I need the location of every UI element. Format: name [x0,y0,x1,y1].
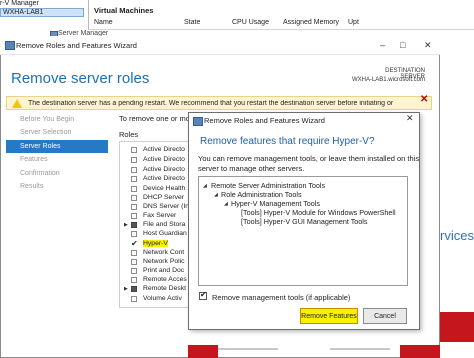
checkmark-icon: ✔ [200,290,207,299]
page-title: Remove server roles [11,70,150,87]
role-checkbox-partial[interactable] [131,222,137,228]
nav-features[interactable]: Features [20,156,120,163]
role-checkbox[interactable] [131,213,137,219]
red-tile[interactable] [400,345,440,358]
nav-confirmation[interactable]: Confirmation [20,170,120,177]
role-checkbox[interactable] [131,186,137,192]
expand-arrow-icon[interactable]: ▶ [124,286,128,292]
minimize-icon[interactable]: – [380,40,385,50]
cancel-button[interactable]: Cancel [363,308,407,324]
collapse-arrow-icon[interactable]: ◢ [224,201,228,207]
warning-text: The destination server has a pending res… [28,100,394,107]
nav-server-roles[interactable]: Server Roles [6,140,108,153]
role-checkbox[interactable] [131,259,137,265]
nav-server-selection[interactable]: Server Selection [20,129,120,136]
role-checkbox[interactable] [131,268,137,274]
red-tile[interactable] [188,345,218,358]
roles-description: To remove one or mo [119,114,190,123]
role-checkbox[interactable] [131,147,137,153]
remove-tools-label: Remove management tools (if applicable) [212,293,351,302]
role-checkbox-partial[interactable] [131,286,137,292]
tree-item: Remote Server Administration Tools [211,181,326,190]
dialog-heading: Remove features that require Hyper-V? [200,136,375,147]
remove-features-button-label: Remove Features [301,313,357,320]
vm-column-name[interactable]: Name [94,19,113,26]
role-checkbox[interactable] [131,157,137,163]
divider [218,348,278,350]
collapse-arrow-icon[interactable]: ◢ [203,183,207,189]
cancel-button-label: Cancel [374,313,396,320]
vm-column-assigned-memory[interactable]: Assigned Memory [283,19,339,26]
vm-column-cpu-usage[interactable]: CPU Usage [232,19,269,26]
role-checkbox[interactable] [131,296,137,302]
dialog-body-line1: You can remove management tools, or leav… [198,154,420,163]
divider [330,348,390,350]
warning-icon [12,99,22,108]
destination-server-value: WXHA-LAB1.wicrosoft.com [351,77,425,83]
dialog-title: Remove Roles and Features Wizard [204,116,325,125]
vm-header-divider [88,29,474,30]
role-checkbox[interactable] [131,204,137,210]
vm-column-uptime[interactable]: Upt [348,19,359,26]
dialog-app-icon [193,117,203,126]
tree-item: [Tools] Hyper-V GUI Management Tools [241,217,368,226]
wizard-title: Remove Roles and Features Wizard [16,41,137,50]
nav-before-you-begin[interactable]: Before You Begin [20,116,120,123]
wizard-app-icon [5,41,15,50]
vm-column-state[interactable]: State [184,19,200,26]
services-heading-fragment: rvices [440,228,474,243]
hyperv-host-item[interactable]: WXHA-LAB1 [0,8,84,17]
role-checkbox[interactable] [131,167,137,173]
role-checkbox[interactable] [131,231,137,237]
nav-server-roles-label: Server Roles [20,143,61,150]
role-item-hyper-v-label: Hyper-V [143,240,168,247]
roles-heading: Roles [119,130,139,139]
nav-results[interactable]: Results [20,183,120,190]
role-checkbox[interactable] [131,250,137,256]
role-checkbox[interactable] [131,277,137,283]
role-checkbox-checked[interactable]: ✔ [131,239,138,248]
tree-item: [Tools] Hyper-V Module for Windows Power… [241,208,396,217]
dismiss-warning-icon[interactable]: ✕ [420,94,428,105]
tree-item: Role Administration Tools [221,190,302,199]
dialog-body-line2: server to manage other servers. [198,164,305,173]
maximize-icon[interactable]: □ [400,40,405,50]
vm-panel-title: Virtual Machines [94,6,154,15]
remove-features-button[interactable]: Remove Features [300,308,358,324]
collapse-arrow-icon[interactable]: ◢ [214,192,218,198]
red-tile[interactable] [440,312,474,342]
role-checkbox[interactable] [131,195,137,201]
tree-item: Hyper-V Management Tools [231,199,320,208]
role-checkbox[interactable] [131,176,137,182]
dialog-close-icon[interactable]: ✕ [406,113,414,124]
expand-arrow-icon[interactable]: ▶ [124,222,128,228]
close-icon[interactable]: ✕ [424,40,432,51]
